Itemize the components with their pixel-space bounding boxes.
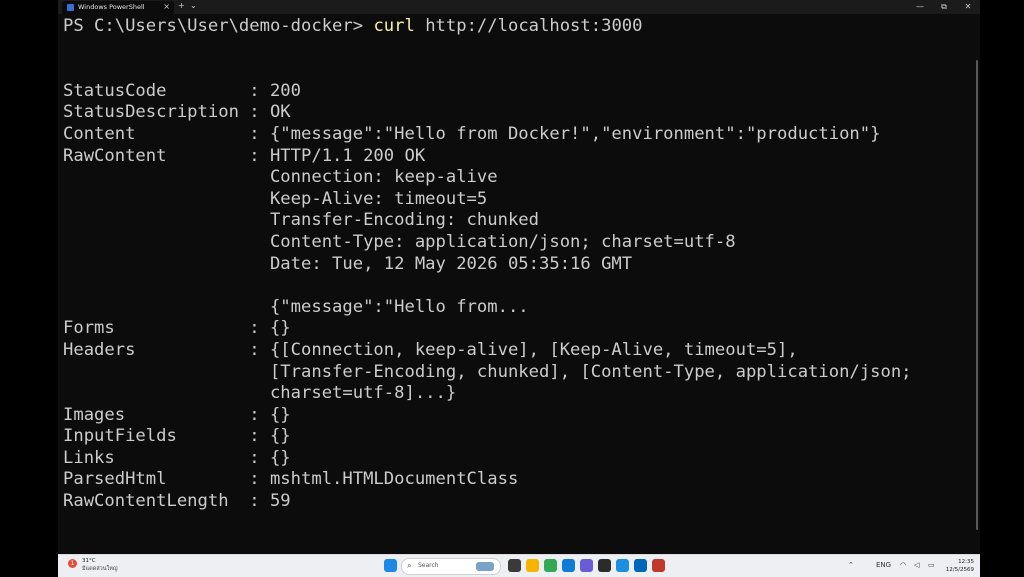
output-line: Links : {}: [63, 447, 291, 468]
taskbar-search[interactable]: ⌕ Search: [401, 558, 501, 575]
output-line: RawContent : HTTP/1.1 200 OK: [63, 145, 426, 166]
command-line: PS C:\Users\User\demo-docker> curl http:…: [63, 16, 963, 38]
wifi-icon[interactable]: ◠: [900, 561, 906, 569]
chrome-icon[interactable]: [544, 559, 557, 572]
command: curl: [373, 16, 415, 36]
app-extra-icon[interactable]: [652, 559, 665, 572]
vscode-icon[interactable]: [634, 559, 647, 572]
output-line: Transfer-Encoding: chunked: [63, 210, 539, 231]
output-line: RawContentLength : 59: [63, 491, 291, 512]
powershell-icon: [67, 4, 74, 11]
tab-dropdown-button[interactable]: ⌄: [190, 1, 197, 10]
output-line: Content : {"message":"Hello from Docker!…: [63, 123, 881, 144]
maximize-button[interactable]: ⧉: [932, 0, 956, 14]
output-line: StatusDescription : OK: [63, 102, 291, 123]
output-line: Connection: keep-alive: [63, 167, 498, 188]
edge-icon[interactable]: [562, 559, 575, 572]
search-icon: ⌕: [407, 561, 412, 570]
output-line: InputFields : {}: [63, 426, 291, 447]
scrollbar[interactable]: [976, 60, 978, 530]
docker-icon[interactable]: [616, 559, 629, 572]
output-line: charset=utf-8]...}: [63, 383, 457, 404]
clock-time: 12:35: [958, 559, 974, 565]
new-tab-button[interactable]: +: [178, 1, 185, 10]
volume-icon[interactable]: ◁: [914, 561, 919, 569]
tab-windows-powershell[interactable]: Windows PowerShell ×: [62, 1, 174, 14]
windows-start-icon[interactable]: [384, 559, 397, 572]
output-line: Forms : {}: [63, 318, 291, 339]
tray-language[interactable]: ENG: [876, 561, 891, 569]
prompt: PS C:\Users\User\demo-docker>: [63, 16, 374, 36]
file-explorer-icon[interactable]: [526, 559, 539, 572]
tab-close-button[interactable]: ×: [163, 2, 170, 11]
output-line: StatusCode : 200: [63, 80, 301, 101]
weather-alert-icon: 1: [68, 559, 77, 568]
search-label: Search: [418, 562, 439, 569]
weather-widget[interactable]: 1 31°C มีแดดส่วนใหญ่: [68, 558, 128, 574]
search-highlight-icon: [476, 562, 494, 571]
command-argument: http://localhost:3000: [414, 16, 643, 36]
output-line: ParsedHtml : mshtml.HTMLDocumentClass: [63, 469, 519, 490]
output-line: [Transfer-Encoding, chunked], [Content-T…: [63, 361, 912, 382]
output-line: Content-Type: application/json; charset=…: [63, 231, 736, 252]
output-line: Keep-Alive: timeout=5: [63, 188, 488, 209]
powershell-window: Windows PowerShell × + ⌄ — ⧉ ✕ PS C:\Use…: [58, 0, 980, 554]
output-line: Images : {}: [63, 404, 291, 425]
close-button[interactable]: ✕: [956, 0, 980, 14]
copilot-icon[interactable]: [580, 559, 593, 572]
output-line: Headers : {[Connection, keep-alive], [Ke…: [63, 339, 798, 360]
clock[interactable]: 12:35 12/5/2569: [946, 558, 974, 574]
task-view-icon[interactable]: [508, 559, 521, 572]
output-lines: StatusCode : 200 StatusDescription : OK Co…: [63, 38, 963, 513]
weather-temperature: 31°C: [82, 558, 96, 564]
clock-date: 12/5/2569: [945, 567, 974, 573]
title-bar[interactable]: Windows PowerShell × + ⌄ — ⧉ ✕: [58, 0, 980, 14]
battery-icon[interactable]: ▭: [928, 561, 935, 569]
taskbar: 1 31°C มีแดดส่วนใหญ่ ⌕ Search ⌃ ENG ◠ ◁ …: [58, 554, 980, 577]
tab-label: Windows PowerShell: [78, 3, 145, 11]
weather-condition: มีแดดส่วนใหญ่: [82, 566, 118, 572]
tray-overflow-icon[interactable]: ⌃: [848, 561, 854, 569]
minimize-button[interactable]: —: [908, 0, 932, 14]
terminal-output[interactable]: PS C:\Users\User\demo-docker> curl http:…: [63, 16, 963, 546]
terminal-icon[interactable]: [598, 559, 611, 572]
output-line: {"message":"Hello from...: [63, 296, 529, 317]
output-line: Date: Tue, 12 May 2026 05:35:16 GMT: [63, 253, 633, 274]
